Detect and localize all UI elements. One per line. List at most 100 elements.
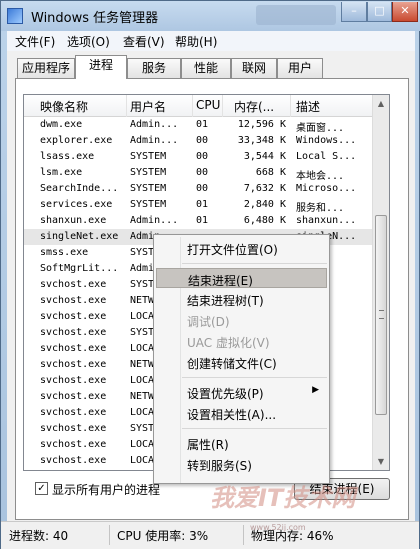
row-cpu: 00 <box>196 183 209 194</box>
show-all-users-checkbox[interactable]: ✓ <box>35 482 48 495</box>
vertical-scrollbar[interactable]: ▲ ▼ <box>372 95 389 470</box>
menu-separator <box>182 377 327 378</box>
submenu-arrow-icon: ▶ <box>312 385 319 395</box>
context-menu-item-label: 打开文件位置(O) <box>187 243 278 257</box>
row-image-name: svchost.exe <box>40 439 107 450</box>
row-image-name: lsm.exe <box>40 167 83 178</box>
context-menu-item: UAC 虚拟化(V) <box>156 331 327 351</box>
row-description: shanxun... <box>296 215 357 226</box>
row-image-name: smss.exe <box>40 247 89 258</box>
minimize-button[interactable]: – <box>341 2 367 22</box>
row-memory: 6,480 K <box>243 215 286 226</box>
row-image-name: explorer.exe <box>40 135 113 146</box>
table-row[interactable]: services.exe SYSTEM 01 2,840 K 服务和... <box>24 197 374 214</box>
row-memory: 12,596 K <box>237 119 286 130</box>
row-user-name: SYSTEM <box>130 183 167 194</box>
context-menu-item[interactable]: 设置相关性(A)... <box>156 403 327 423</box>
context-menu-item[interactable]: 结束进程(E) <box>156 268 327 288</box>
col-description[interactable]: 描述 <box>296 98 320 115</box>
tab-networking[interactable]: 联网 <box>231 58 277 78</box>
table-row[interactable]: shanxun.exe Admin... 01 6,480 K shanxun... <box>24 213 374 229</box>
row-cpu: 00 <box>196 135 209 146</box>
context-menu-item[interactable]: 转到服务(S) <box>156 454 327 474</box>
menu-bar: 文件(F) 选项(O) 查看(V) 帮助(H) <box>7 31 415 51</box>
process-context-menu: 打开文件位置(O) 结束进程(E) 结束进程树(T) 调试(D) UAC 虚拟化(V) 创… <box>153 234 330 484</box>
row-image-name: SoftMgrLit... <box>40 263 119 274</box>
row-image-name: dwm.exe <box>40 119 83 130</box>
row-user-name: SYSTEM <box>130 151 167 162</box>
row-description: Microso... <box>296 183 357 194</box>
row-image-name: svchost.exe <box>40 279 107 290</box>
col-cpu[interactable]: CPU <box>196 98 220 112</box>
close-button[interactable]: ✕ <box>392 2 418 22</box>
table-row[interactable]: lsm.exe SYSTEM 00 668 K 本地会... <box>24 165 374 182</box>
row-image-name: svchost.exe <box>40 423 107 434</box>
show-all-users-label: 显示所有用户的进程 <box>52 483 161 497</box>
row-user-name: SYSTEM <box>130 199 167 210</box>
col-memory[interactable]: 内存(... <box>234 98 274 115</box>
row-image-name: services.exe <box>40 199 113 210</box>
watermark-url: www.52ij.com <box>250 523 306 532</box>
scroll-down-arrow-icon[interactable]: ▼ <box>373 453 389 470</box>
table-row[interactable]: dwm.exe Admin... 01 12,596 K 桌面窗... <box>24 117 374 134</box>
row-image-name: svchost.exe <box>40 391 107 402</box>
row-description: Local S... <box>296 151 357 162</box>
menu-view[interactable]: 查看(V) <box>123 33 165 50</box>
status-process-count: 进程数: 40 <box>9 529 69 543</box>
context-menu-item-label: 调试(D) <box>187 315 230 329</box>
menu-separator <box>182 428 327 429</box>
menu-file[interactable]: 文件(F) <box>15 33 55 50</box>
window-title: Windows 任务管理器 <box>31 11 159 26</box>
tab-users[interactable]: 用户 <box>277 58 323 78</box>
context-menu-item-label: 结束进程(E) <box>188 274 253 288</box>
scroll-thumb[interactable] <box>375 215 387 415</box>
title-bar[interactable]: Windows 任务管理器 – □ ✕ <box>1 1 420 31</box>
row-image-name: svchost.exe <box>40 343 107 354</box>
row-image-name: svchost.exe <box>40 295 107 306</box>
status-bar: 进程数: 40 CPU 使用率: 3% 物理内存: 46% <box>1 521 419 549</box>
row-memory: 33,348 K <box>237 135 286 146</box>
context-menu-item[interactable]: 属性(R) <box>156 433 327 453</box>
context-menu-item-label: 创建转储文件(C) <box>187 357 277 371</box>
status-cpu-usage: CPU 使用率: 3% <box>117 529 209 543</box>
row-user-name: SYSTEM <box>130 167 167 178</box>
row-image-name: shanxun.exe <box>40 215 107 226</box>
context-menu-item[interactable]: 创建转储文件(C) <box>156 352 327 372</box>
table-row[interactable]: lsass.exe SYSTEM 00 3,544 K Local S... <box>24 149 374 165</box>
row-image-name: svchost.exe <box>40 375 107 386</box>
menu-options[interactable]: 选项(O) <box>67 33 110 50</box>
table-row[interactable]: SearchInde... SYSTEM 00 7,632 K Microso... <box>24 181 374 197</box>
watermark: 我爱IT技术网 <box>210 484 356 512</box>
context-menu-item-label: 转到服务(S) <box>187 459 252 473</box>
tab-applications[interactable]: 应用程序 <box>17 58 75 78</box>
column-header: 映像名称 用户名 CPU 内存(... 描述 <box>24 95 374 117</box>
row-user-name: Admin... <box>130 119 179 130</box>
context-menu-item-label: UAC 虚拟化(V) <box>187 336 270 350</box>
row-image-name: singleNet.exe <box>40 231 119 242</box>
row-cpu: 01 <box>196 119 209 130</box>
tab-services[interactable]: 服务 <box>127 58 181 78</box>
row-memory: 668 K <box>255 167 286 178</box>
table-row[interactable]: explorer.exe Admin... 00 33,348 K Windows... <box>24 133 374 149</box>
row-image-name: svchost.exe <box>40 327 107 338</box>
row-description: Windows... <box>296 135 357 146</box>
context-menu-item[interactable]: 结束进程树(T) <box>156 289 327 309</box>
context-menu-item[interactable]: 打开文件位置(O) <box>156 238 327 258</box>
tab-processes[interactable]: 进程 <box>75 55 127 79</box>
context-menu-item-label: 设置优先级(P) <box>187 387 264 401</box>
context-menu-item-label: 设置相关性(A)... <box>187 408 277 422</box>
row-description: 桌面窗... <box>296 123 345 134</box>
scroll-up-arrow-icon[interactable]: ▲ <box>373 95 389 112</box>
context-menu-item[interactable]: 设置优先级(P) ▶ <box>156 382 327 402</box>
col-user-name[interactable]: 用户名 <box>130 98 166 115</box>
menu-help[interactable]: 帮助(H) <box>175 33 217 50</box>
row-image-name: svchost.exe <box>40 359 107 370</box>
row-memory: 2,840 K <box>243 199 286 210</box>
row-image-name: svchost.exe <box>40 311 107 322</box>
row-cpu: 01 <box>196 215 209 226</box>
maximize-button[interactable]: □ <box>367 2 392 22</box>
tab-performance[interactable]: 性能 <box>181 58 231 78</box>
row-description: 服务和... <box>296 203 345 214</box>
context-menu-item: 调试(D) <box>156 310 327 330</box>
col-image-name[interactable]: 映像名称 <box>40 98 88 115</box>
